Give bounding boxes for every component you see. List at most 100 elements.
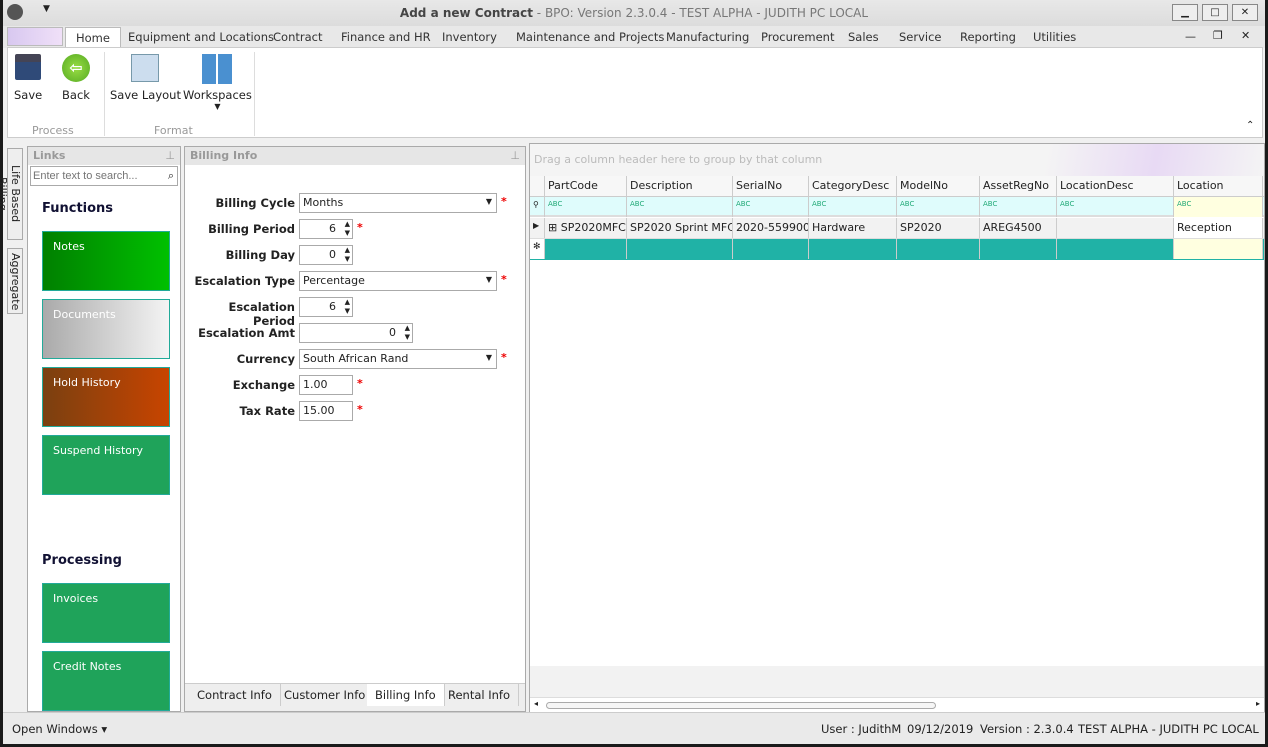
search-icon[interactable]: ⌕ — [168, 169, 174, 183]
billing-cycle-dropdown[interactable]: Months ▼ — [299, 193, 497, 213]
mdi-close-icon[interactable]: ✕ — [1241, 29, 1250, 42]
cell-serialno[interactable]: 2020-559900 — [733, 218, 809, 238]
collapse-ribbon-icon[interactable]: ⌃ — [1246, 120, 1254, 131]
new-row-cell[interactable] — [1174, 239, 1263, 259]
tab-inventory[interactable]: Inventory — [442, 30, 497, 44]
workspaces-button[interactable]: Workspaces ▼ — [183, 54, 252, 111]
tab-billing-info[interactable]: Billing Info — [367, 684, 445, 706]
cell-location[interactable]: Reception — [1174, 218, 1263, 238]
column-header-locationdesc[interactable]: LocationDesc — [1057, 176, 1174, 196]
cell-locationdesc[interactable] — [1057, 218, 1174, 238]
cell-partcode[interactable]: ⊞ SP2020MFC — [545, 218, 627, 238]
restore-icon[interactable]: ❐ — [1213, 29, 1223, 42]
filter-cell-partcode[interactable]: ABC — [545, 197, 627, 217]
side-tab-life-based-billing[interactable]: Life Based Billing — [0, 148, 23, 240]
spin-arrows-icon[interactable]: ▲ ▼ — [345, 246, 350, 264]
billing-day-spinner[interactable]: 0 ▲ ▼ — [299, 245, 353, 265]
open-windows-button[interactable]: Open Windows ▾ — [12, 722, 107, 736]
column-header-serialno[interactable]: SerialNo — [733, 176, 809, 196]
column-header-assetregno[interactable]: AssetRegNo — [980, 176, 1057, 196]
cell-categorydesc[interactable]: Hardware — [809, 218, 897, 238]
cell-assetregno[interactable]: AREG4500 — [980, 218, 1057, 238]
filter-cell-location[interactable]: ABC — [1174, 197, 1263, 217]
chevron-down-icon[interactable]: ▼ — [486, 353, 492, 362]
required-marker: * — [501, 273, 507, 286]
tab-home[interactable]: Home — [65, 27, 121, 48]
expand-icon[interactable]: ⊞ — [548, 221, 561, 234]
tab-contract[interactable]: Contract — [273, 30, 322, 44]
escalation-type-dropdown[interactable]: Percentage ▼ — [299, 271, 497, 291]
tax-rate-input[interactable]: 15.00 — [299, 401, 353, 421]
new-row-cell[interactable] — [545, 239, 627, 259]
links-search-input[interactable] — [31, 167, 161, 185]
filter-cell-locationdesc[interactable]: ABC — [1057, 197, 1174, 217]
tab-service[interactable]: Service — [899, 30, 942, 44]
tab-contract-info[interactable]: Contract Info — [189, 684, 281, 706]
close-button[interactable]: ✕ — [1232, 4, 1258, 21]
spin-arrows-icon[interactable]: ▲ ▼ — [405, 324, 410, 342]
column-header-location[interactable]: Location — [1174, 176, 1263, 196]
filter-cell-categorydesc[interactable]: ABC — [809, 197, 897, 217]
table-row[interactable]: ▶ ⊞ SP2020MFC SP2020 Sprint MFC 2020-559900… — [530, 218, 1264, 239]
new-row-cell[interactable] — [897, 239, 980, 259]
tile-suspend-history[interactable]: Suspend History — [42, 435, 170, 495]
filter-cell-description[interactable]: ABC — [627, 197, 733, 217]
field-value: 15.00 — [303, 404, 335, 417]
back-button[interactable]: ⇦ Back — [62, 54, 90, 102]
exchange-input[interactable]: 1.00 — [299, 375, 353, 395]
status-version: Version : 2.3.0.4 — [980, 722, 1074, 736]
tile-notes[interactable]: Notes — [42, 231, 170, 291]
escalation-period-spinner[interactable]: 6 ▲ ▼ — [299, 297, 353, 317]
save-button[interactable]: Save — [14, 54, 42, 102]
app-menu-button[interactable] — [7, 27, 63, 46]
tab-manufacturing[interactable]: Manufacturing — [666, 30, 749, 44]
field-value: 0 — [329, 248, 336, 261]
tile-documents[interactable]: Documents — [42, 299, 170, 359]
currency-dropdown[interactable]: South African Rand ▼ — [299, 349, 497, 369]
cell-modelno[interactable]: SP2020 — [897, 218, 980, 238]
cell-value: SP2020 Sprint MFC — [630, 221, 733, 234]
tab-equipment-and-locations[interactable]: Equipment and Locations — [128, 30, 274, 44]
column-header-partcode[interactable]: PartCode — [545, 176, 627, 196]
minimize-button[interactable]: ▁ — [1172, 4, 1198, 21]
spin-arrows-icon[interactable]: ▲ ▼ — [345, 298, 350, 316]
tile-credit-notes[interactable]: Credit Notes — [42, 651, 170, 711]
cell-description[interactable]: SP2020 Sprint MFC — [627, 218, 733, 238]
new-row-cell[interactable] — [627, 239, 733, 259]
new-row-cell[interactable] — [733, 239, 809, 259]
tab-customer-info[interactable]: Customer Info — [276, 684, 375, 706]
tab-utilities[interactable]: Utilities — [1033, 30, 1076, 44]
escalation-amt-spinner[interactable]: 0 ▲ ▼ — [299, 323, 413, 343]
tab-rental-info[interactable]: Rental Info — [440, 684, 520, 706]
column-header-modelno[interactable]: ModelNo — [897, 176, 980, 196]
pin-icon[interactable]: ⊥ — [510, 149, 520, 162]
chevron-down-icon[interactable]: ▼ — [486, 197, 492, 206]
pin-icon[interactable]: ⊥ — [165, 149, 175, 162]
tile-invoices[interactable]: Invoices — [42, 583, 170, 643]
tab-procurement[interactable]: Procurement — [761, 30, 834, 44]
side-tab-aggregate[interactable]: Aggregate — [7, 248, 23, 314]
filter-cell-serialno[interactable]: ABC — [733, 197, 809, 217]
tab-finance-and-hr[interactable]: Finance and HR — [341, 30, 431, 44]
save-layout-button[interactable]: Save Layout — [110, 54, 181, 102]
maximize-button[interactable]: □ — [1202, 4, 1228, 21]
new-row-cell[interactable] — [980, 239, 1057, 259]
tab-maintenance-and-projects[interactable]: Maintenance and Projects — [516, 30, 664, 44]
new-row-cell[interactable] — [1057, 239, 1174, 259]
horizontal-scrollbar[interactable]: ◂ ▸ — [530, 697, 1264, 712]
scrollbar-thumb[interactable] — [546, 702, 936, 709]
new-row-cell[interactable] — [809, 239, 897, 259]
escalation-period-label: Escalation Period — [228, 300, 295, 328]
chevron-down-icon[interactable]: ▼ — [486, 275, 492, 284]
spin-arrows-icon[interactable]: ▲ ▼ — [345, 220, 350, 238]
billing-period-spinner[interactable]: 6 ▲ ▼ — [299, 219, 353, 239]
new-item-row[interactable]: ✻ — [530, 239, 1264, 260]
tab-reporting[interactable]: Reporting — [960, 30, 1016, 44]
filter-cell-assetregno[interactable]: ABC — [980, 197, 1057, 217]
column-header-categorydesc[interactable]: CategoryDesc — [809, 176, 897, 196]
tile-hold-history[interactable]: Hold History — [42, 367, 170, 427]
filter-cell-modelno[interactable]: ABC — [897, 197, 980, 217]
column-header-description[interactable]: Description — [627, 176, 733, 196]
tab-sales[interactable]: Sales — [848, 30, 879, 44]
status-bar: Open Windows ▾ User : JudithM 09/12/2019… — [3, 712, 1265, 744]
